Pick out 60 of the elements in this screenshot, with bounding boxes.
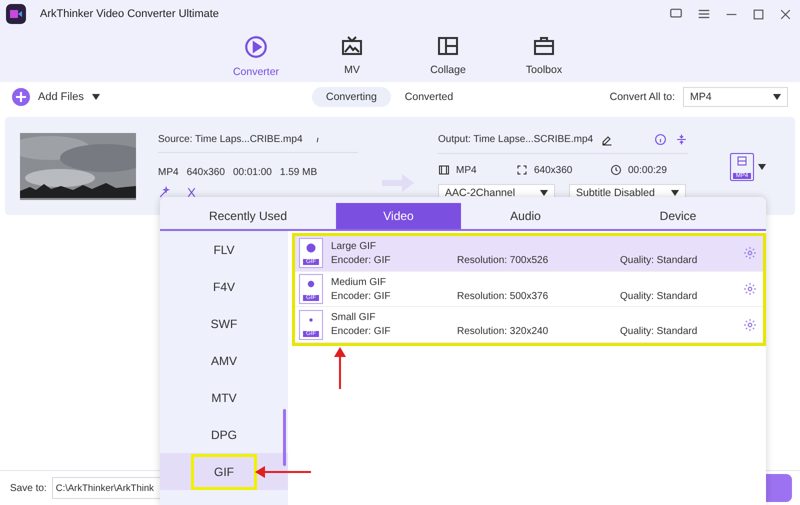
nav-tab[interactable]: MV (304, 28, 400, 82)
caret-icon[interactable] (773, 94, 781, 100)
format-tab[interactable]: Audio (461, 203, 590, 229)
format-tab[interactable]: Recently Used (160, 203, 336, 229)
save-to-label: Save to: (10, 482, 47, 494)
settings-icon[interactable] (743, 246, 757, 260)
add-icon[interactable] (12, 88, 30, 106)
output-duration: 00:00:29 (628, 164, 667, 176)
scrollbar[interactable] (283, 409, 286, 466)
window-title: ArkThinker Video Converter Ultimate (40, 8, 220, 20)
format-item[interactable]: DPG (160, 416, 288, 453)
edit-icon[interactable] (601, 134, 614, 146)
nav-tab[interactable]: Collage (400, 28, 496, 82)
format-item[interactable]: FLV (160, 231, 288, 268)
close-icon[interactable] (779, 8, 792, 20)
tv-icon (340, 34, 364, 58)
format-item[interactable]: SWF (160, 305, 288, 342)
toolbox-icon (532, 34, 556, 58)
caret-icon[interactable] (758, 164, 766, 170)
film-icon (737, 156, 747, 166)
converter-icon (243, 34, 269, 60)
nav-tab[interactable]: Toolbox (496, 28, 592, 82)
merge-icon[interactable] (675, 133, 688, 146)
source-size: 1.59 MB (280, 167, 318, 178)
source-filename: Source: Time Laps...CRIBE.mp4 (158, 134, 303, 144)
clock-icon (610, 164, 622, 176)
output-format: MP4 (456, 164, 478, 176)
settings-icon[interactable] (743, 282, 757, 296)
format-item[interactable]: F4V (160, 268, 288, 305)
dot-icon (305, 242, 317, 254)
source-duration: 00:01:00 (232, 167, 272, 178)
output-filename: Output: Time Lapse...SCRIBE.mp4 (438, 134, 594, 145)
app-logo (6, 4, 26, 24)
view-tab[interactable]: Converting (312, 87, 391, 107)
menu-icon[interactable] (697, 7, 711, 21)
format-item[interactable]: MTV (160, 379, 288, 416)
collage-icon (436, 34, 460, 58)
source-format: MP4 (158, 167, 179, 178)
dot-icon (305, 278, 317, 290)
expand-icon (516, 164, 528, 176)
add-files-button[interactable]: Add Files (38, 91, 84, 103)
annotation-arrow (255, 466, 311, 478)
view-tab[interactable]: Converted (390, 87, 468, 107)
output-resolution: 640x360 (534, 164, 574, 176)
maximize-icon[interactable] (752, 8, 765, 20)
info-icon[interactable] (654, 133, 667, 146)
format-item[interactable]: GIF (160, 453, 288, 490)
format-tab[interactable]: Device (590, 203, 766, 229)
magic-wand-icon[interactable] (158, 186, 171, 199)
caret-icon[interactable] (92, 94, 100, 100)
convert-all-label: Convert All to: (610, 91, 675, 103)
convert-all-select[interactable]: MP4 (683, 87, 788, 107)
nav-tab[interactable]: Converter (208, 28, 304, 82)
settings-icon[interactable] (743, 318, 757, 332)
scissors-icon[interactable] (185, 186, 198, 199)
film-icon (438, 164, 450, 176)
format-item[interactable]: AMV (160, 342, 288, 379)
annotation-arrow (334, 347, 346, 389)
format-tab[interactable]: Video (336, 203, 461, 229)
source-resolution: 640x360 (186, 167, 225, 178)
